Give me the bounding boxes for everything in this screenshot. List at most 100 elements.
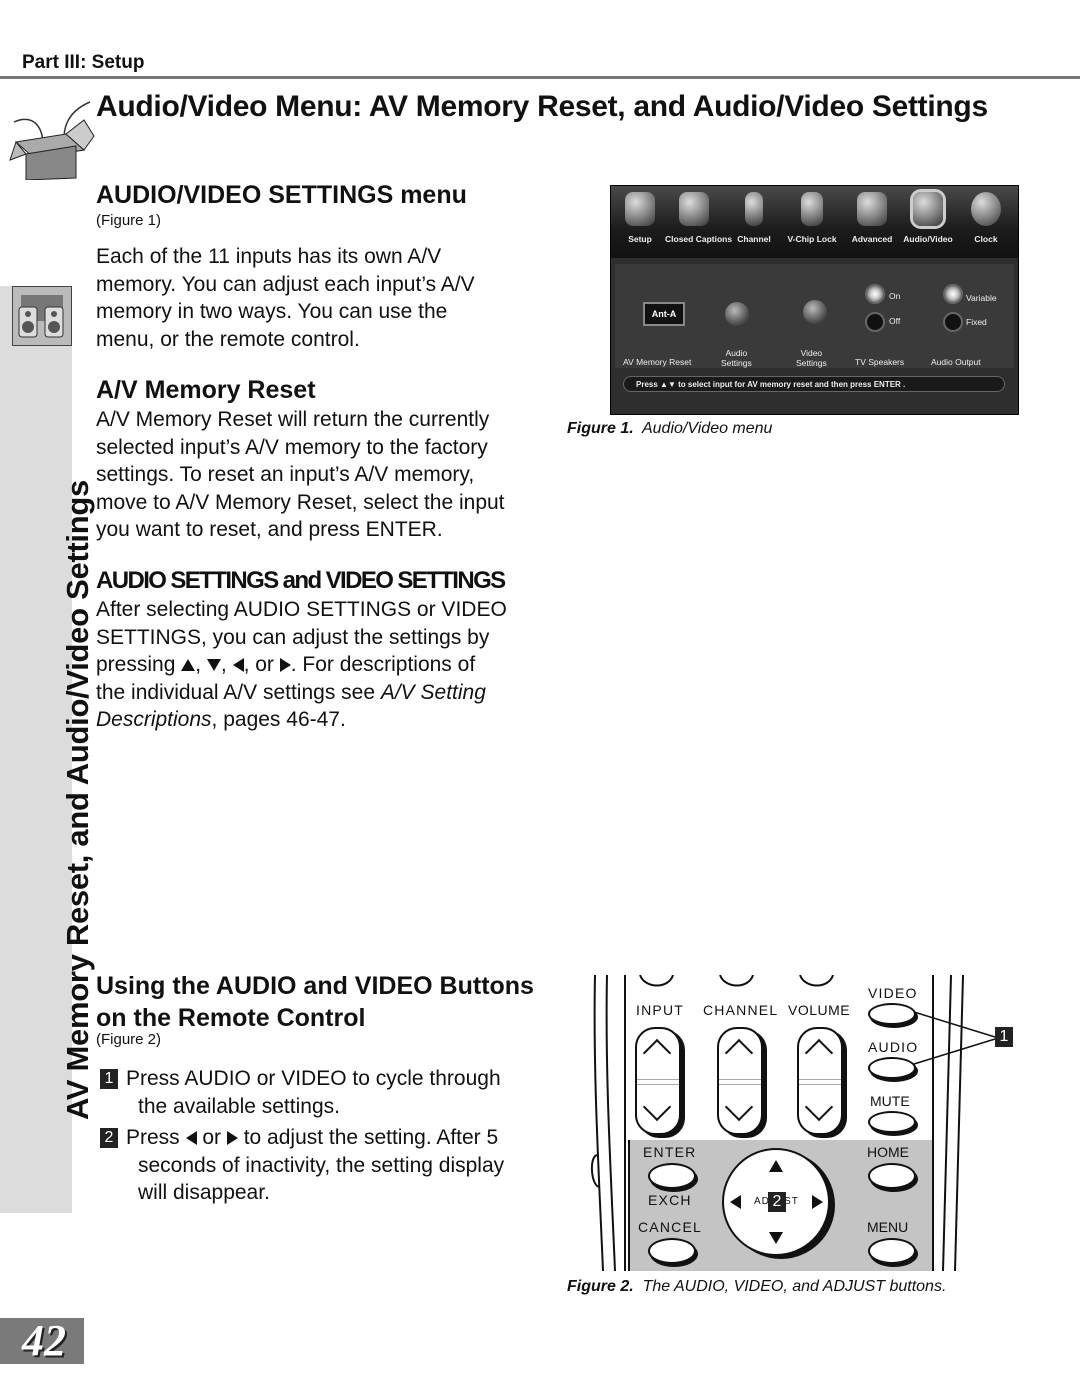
menu-tab-v-chip-lock[interactable]: V-Chip Lock	[783, 192, 841, 244]
radio-label: Variable	[966, 293, 997, 303]
menu-tab-clock[interactable]: Clock	[957, 192, 1015, 244]
part-label: Part III: Setup	[22, 52, 145, 73]
text: pressing	[96, 653, 182, 676]
radio-label: Fixed	[966, 317, 987, 327]
video-label: VIDEO	[868, 985, 918, 1001]
control-label: Video Settings	[796, 348, 827, 368]
text: the individual A/V settings see	[96, 680, 381, 704]
enter-label: ENTER	[643, 1144, 697, 1160]
menu-label: MENU	[867, 1219, 909, 1235]
body-line: SETTINGS, you can adjust the settings by	[96, 625, 490, 649]
exch-label: EXCH	[648, 1192, 692, 1208]
cross-reference: Descriptions	[96, 708, 212, 731]
step-number-badge: 2	[100, 1128, 118, 1148]
audio-button[interactable]	[868, 1057, 916, 1079]
left-arrow-icon	[185, 1131, 197, 1146]
input-rocker[interactable]	[635, 1027, 681, 1135]
step-line: seconds of inactivity, the setting displ…	[138, 1153, 505, 1177]
menu-tab-channel[interactable]: Channel	[725, 192, 783, 244]
volume-label: VOLUME	[788, 1002, 851, 1018]
channel-rocker[interactable]	[717, 1027, 763, 1135]
body-line: Descriptions, pages 46-47.	[96, 706, 507, 734]
text: , pages 46-47.	[211, 708, 346, 731]
audio-settings-button[interactable]	[725, 302, 749, 326]
text: , or	[243, 653, 280, 676]
menu-button[interactable]	[868, 1238, 916, 1264]
channel-label: CHANNEL	[703, 1002, 779, 1018]
page-title: Audio/Video Menu: AV Memory Reset, and A…	[96, 90, 988, 123]
control-label: Audio Settings	[721, 348, 752, 368]
cancel-button[interactable]	[648, 1238, 696, 1264]
text: ,	[220, 653, 233, 676]
home-label: HOME	[867, 1144, 909, 1160]
tab-label: Setup	[628, 234, 652, 244]
cancel-label: CANCEL	[638, 1219, 702, 1235]
mute-button[interactable]	[868, 1111, 916, 1133]
dpad-up-icon[interactable]	[769, 1160, 783, 1172]
menu-tab-closed-captions[interactable]: Closed Captions	[665, 192, 733, 244]
chevron-down-icon	[724, 1092, 754, 1122]
av-settings-body: Each of the 11 inputs has its own A/V me…	[96, 243, 475, 353]
text: Press AUDIO or VIDEO to cycle through	[126, 1067, 501, 1090]
menu-tab-setup[interactable]: Setup	[611, 192, 669, 244]
body-line: selected input’s A/V memory to the facto…	[96, 435, 488, 459]
memory-reset-body: A/V Memory Reset will return the current…	[96, 406, 505, 544]
enter-button[interactable]	[648, 1163, 696, 1189]
tv-speakers-off-radio[interactable]	[865, 312, 885, 332]
audio-video-panel: Ant-A On Off Variable Fixed AV Memory Re…	[615, 264, 1014, 368]
body-line: you want to reset, and press ENTER.	[96, 518, 443, 541]
remote-control-illustration: INPUT CHANNEL VOLUME VIDEO AUDIO MUTE 1 …	[585, 975, 1025, 1271]
video-button[interactable]	[868, 1003, 916, 1025]
volume-rocker[interactable]	[797, 1027, 843, 1135]
video-settings-button[interactable]	[803, 300, 827, 324]
text: or	[196, 1126, 227, 1149]
audio-output-fixed-radio[interactable]	[943, 312, 963, 332]
figure-1-caption: Figure 1. Audio/Video menu	[567, 420, 772, 438]
tab-label: V-Chip Lock	[787, 234, 837, 244]
step-2: 2 Press or to adjust the setting. After 5	[100, 1124, 504, 1152]
channel-arrows-icon	[745, 192, 763, 226]
menu-tab-bar: Setup Closed Captions Channel V-Chip Loc…	[611, 186, 1018, 258]
tv-speakers-on-radio[interactable]	[865, 284, 885, 304]
chevron-down-icon	[642, 1092, 672, 1122]
dpad-right-icon[interactable]	[812, 1195, 823, 1209]
body-line: memory. You can adjust each input’s A/V	[96, 272, 475, 296]
figure-ref-2: (Figure 2)	[96, 1031, 162, 1048]
lock-icon	[801, 192, 823, 226]
chevron-up-icon	[642, 1038, 672, 1068]
body-line: A/V Memory Reset will return the current…	[96, 408, 490, 431]
audio-output-variable-radio[interactable]	[943, 284, 963, 304]
body-line: move to A/V Memory Reset, select the inp…	[96, 490, 505, 514]
cc-icon	[679, 192, 709, 226]
text: Settings	[721, 358, 752, 368]
audio-video-settings-body: After selecting AUDIO SETTINGS or VIDEO …	[96, 596, 507, 734]
up-down-arrows-icon: ▲▼	[660, 380, 676, 389]
figure-ref-1: (Figure 1)	[96, 212, 162, 229]
step-number-badge: 1	[100, 1069, 118, 1089]
dpad-left-icon[interactable]	[730, 1195, 741, 1209]
radio-label: Off	[889, 316, 901, 326]
tab-label: Closed Captions	[665, 234, 733, 244]
section-heading-memory-reset: A/V Memory Reset	[96, 376, 316, 404]
body-line: Each of the 11 inputs has its own A/V	[96, 245, 442, 268]
section-heading-audio-video-settings: AUDIO SETTINGS and VIDEO SETTINGS	[96, 567, 506, 594]
body-line: After selecting AUDIO SETTINGS or VIDEO	[96, 598, 507, 621]
home-button[interactable]	[868, 1163, 916, 1189]
input-selector[interactable]: Ant-A	[643, 302, 685, 326]
clock-icon	[971, 192, 1001, 226]
adjust-dpad[interactable]: ADJUST 2	[722, 1148, 830, 1256]
menu-tab-audio-video[interactable]: Audio/Video	[899, 192, 957, 244]
caption-text: The AUDIO, VIDEO, and ADJUST buttons.	[642, 1278, 947, 1295]
side-tab-text: AV Memory Reset, and Audio/Video Setting…	[60, 480, 95, 1120]
tab-label: Clock	[974, 234, 998, 244]
text: Video	[800, 348, 823, 358]
body-line: memory in two ways. You can use the	[96, 300, 448, 323]
caption-label: Figure 2.	[567, 1278, 634, 1295]
text: Settings	[796, 358, 827, 368]
left-arrow-icon	[232, 658, 244, 673]
control-label: AV Memory Reset	[623, 357, 692, 367]
menu-tab-advanced[interactable]: Advanced	[843, 192, 901, 244]
radio-label: On	[889, 291, 901, 301]
dpad-down-icon[interactable]	[769, 1232, 783, 1244]
step-line: the available settings.	[138, 1094, 340, 1118]
